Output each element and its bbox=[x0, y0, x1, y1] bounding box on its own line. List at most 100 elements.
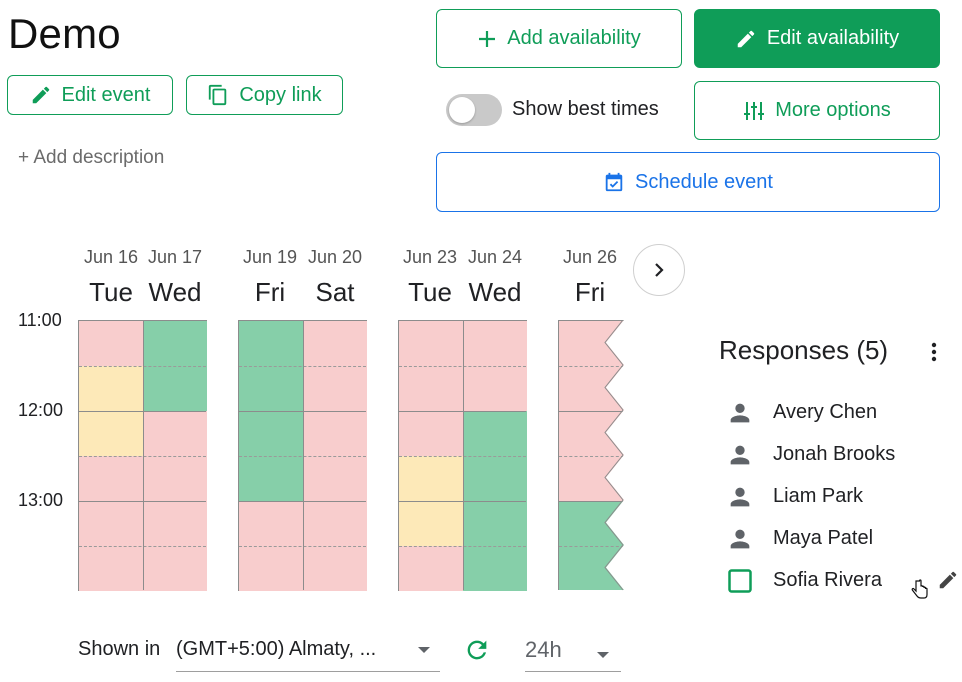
availability-cell-partial[interactable] bbox=[79, 366, 143, 411]
calendar-day-group[interactable] bbox=[398, 320, 527, 591]
more-options-label: More options bbox=[775, 99, 891, 121]
availability-cell-unavailable[interactable] bbox=[143, 456, 207, 501]
chevron-right-icon bbox=[655, 263, 664, 277]
day-date: Jun 17 bbox=[147, 247, 203, 267]
pencil-icon[interactable] bbox=[937, 569, 959, 596]
day-name: Fri bbox=[574, 277, 606, 307]
availability-cell-unavailable[interactable] bbox=[143, 411, 207, 456]
availability-cell-partial[interactable] bbox=[79, 411, 143, 456]
toggle-knob bbox=[449, 97, 475, 123]
availability-cell-unavailable[interactable] bbox=[303, 546, 367, 591]
day-name: Wed bbox=[148, 277, 202, 307]
cursor-hand-icon bbox=[910, 578, 930, 607]
availability-cell-unavailable[interactable] bbox=[79, 321, 143, 366]
responses-title: Responses (5) bbox=[719, 335, 888, 366]
day-date: Jun 16 bbox=[83, 247, 139, 267]
response-name[interactable]: Liam Park bbox=[773, 485, 863, 508]
availability-cell-unavailable[interactable] bbox=[79, 456, 143, 501]
day-name: Fri bbox=[254, 277, 286, 307]
availability-cell-unavailable[interactable] bbox=[143, 546, 207, 591]
availability-cell-available[interactable] bbox=[239, 411, 303, 456]
availability-cell-unavailable[interactable] bbox=[399, 366, 463, 411]
availability-cell-unavailable[interactable] bbox=[303, 501, 367, 546]
availability-cell-unavailable[interactable] bbox=[79, 501, 143, 546]
availability-cell-unavailable[interactable] bbox=[399, 411, 463, 456]
day-name: Tue bbox=[89, 277, 133, 307]
copy-icon bbox=[209, 84, 227, 106]
response-name[interactable]: Jonah Brooks bbox=[773, 443, 895, 466]
availability-cell-unavailable[interactable] bbox=[303, 321, 367, 366]
edit-event-label: Edit event bbox=[61, 83, 151, 106]
show-best-times-toggle[interactable] bbox=[446, 94, 502, 126]
timezone-value: (GMT+5:00) Almaty, ... bbox=[176, 638, 377, 660]
response-name[interactable]: Sofia Rivera bbox=[773, 569, 882, 592]
more-vert-icon[interactable] bbox=[924, 340, 944, 364]
calendar-check-icon bbox=[605, 172, 623, 192]
availability-cell-unavailable[interactable] bbox=[399, 546, 463, 591]
response-name[interactable]: Avery Chen bbox=[773, 401, 877, 424]
person-icon bbox=[726, 482, 754, 512]
day-name: Wed bbox=[468, 277, 522, 307]
time-format-value: 24h bbox=[525, 637, 562, 662]
edit-availability-button[interactable]: Edit availability bbox=[694, 9, 940, 68]
availability-cell-unavailable[interactable] bbox=[143, 501, 207, 546]
edit-event-button[interactable]: Edit event bbox=[7, 75, 173, 115]
day-name: Tue bbox=[408, 277, 452, 307]
add-description-link[interactable]: + Add description bbox=[18, 147, 164, 169]
person-icon bbox=[726, 398, 754, 428]
availability-cell-available[interactable] bbox=[143, 366, 207, 411]
timezone-select[interactable]: (GMT+5:00) Almaty, ... bbox=[176, 628, 440, 672]
availability-cell-available[interactable] bbox=[463, 456, 527, 501]
availability-cell-unavailable[interactable] bbox=[239, 546, 303, 591]
schedule-event-button[interactable]: Schedule event bbox=[436, 152, 940, 212]
availability-cell-unavailable[interactable] bbox=[79, 546, 143, 591]
person-icon bbox=[726, 524, 754, 554]
day-date: Jun 19 bbox=[242, 247, 298, 267]
time-label: 11:00 bbox=[18, 310, 62, 330]
add-availability-label: Add availability bbox=[507, 27, 641, 49]
availability-cell-available[interactable] bbox=[463, 546, 527, 591]
pencil-icon bbox=[737, 30, 755, 47]
availability-cell-unavailable[interactable] bbox=[463, 321, 527, 366]
availability-cell-available[interactable] bbox=[239, 366, 303, 411]
calendar-day-group[interactable] bbox=[78, 320, 207, 591]
shown-in-label: Shown in bbox=[78, 638, 161, 660]
responses-title-text: Responses bbox=[719, 335, 850, 365]
availability-cell-unavailable[interactable] bbox=[303, 411, 367, 456]
day-separator bbox=[463, 321, 464, 590]
availability-cell-unavailable[interactable] bbox=[303, 456, 367, 501]
sliders-icon bbox=[744, 101, 765, 120]
availability-cell-available[interactable] bbox=[143, 321, 207, 366]
time-format-select[interactable]: 24h bbox=[525, 628, 621, 672]
edit-availability-label: Edit availability bbox=[766, 27, 900, 49]
copy-link-button[interactable]: Copy link bbox=[186, 75, 343, 115]
availability-cell-available[interactable] bbox=[463, 501, 527, 546]
show-best-times-label: Show best times bbox=[512, 98, 659, 120]
availability-cell-partial[interactable] bbox=[399, 501, 463, 546]
add-availability-button[interactable]: Add availability bbox=[436, 9, 682, 68]
calendar-day-group[interactable] bbox=[238, 320, 367, 591]
availability-cell-unavailable[interactable] bbox=[239, 501, 303, 546]
next-dates-button[interactable] bbox=[633, 244, 685, 296]
time-label: 12:00 bbox=[18, 400, 64, 420]
day-separator bbox=[143, 321, 144, 590]
more-options-button[interactable]: More options bbox=[694, 81, 940, 140]
availability-cell-available[interactable] bbox=[463, 411, 527, 456]
availability-cell-available[interactable] bbox=[239, 456, 303, 501]
day-date: Jun 20 bbox=[307, 247, 363, 267]
refresh-icon[interactable] bbox=[463, 636, 491, 669]
chevron-down-icon bbox=[597, 652, 609, 658]
responses-count: (5) bbox=[856, 335, 889, 365]
response-name[interactable]: Maya Patel bbox=[773, 527, 873, 550]
availability-cell-partial[interactable] bbox=[399, 456, 463, 501]
day-date: Jun 26 bbox=[562, 247, 618, 267]
checkbox-icon[interactable] bbox=[728, 566, 752, 596]
availability-cell-available[interactable] bbox=[239, 321, 303, 366]
availability-cell-unavailable[interactable] bbox=[399, 321, 463, 366]
availability-cell-unavailable[interactable] bbox=[463, 366, 527, 411]
availability-cell-unavailable[interactable] bbox=[303, 366, 367, 411]
day-separator bbox=[303, 321, 304, 590]
day-name: Sat bbox=[315, 277, 355, 307]
cutoff-edge bbox=[604, 320, 624, 591]
day-date: Jun 23 bbox=[402, 247, 458, 267]
